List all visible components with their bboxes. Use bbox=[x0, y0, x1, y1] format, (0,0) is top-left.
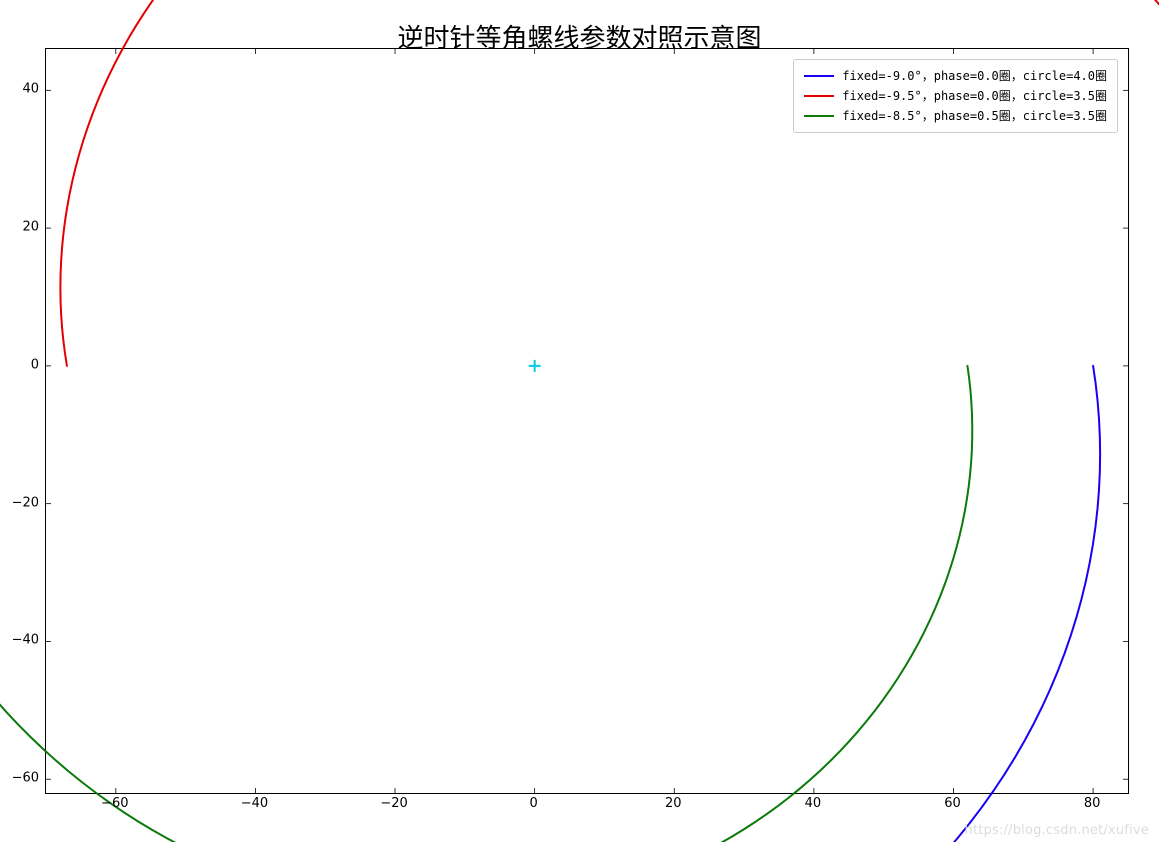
y-tick-label: −60 bbox=[12, 771, 39, 786]
y-tick-label: 0 bbox=[31, 357, 39, 372]
legend-swatch bbox=[804, 75, 834, 77]
x-tick-label: 60 bbox=[944, 796, 961, 811]
y-tick-label: 20 bbox=[22, 220, 39, 235]
legend-swatch bbox=[804, 115, 834, 117]
legend-label: fixed=-9.0°，phase=0.0圈，circle=4.0圈 bbox=[842, 66, 1107, 86]
legend-entry: fixed=-8.5°，phase=0.5圈，circle=3.5圈 bbox=[804, 106, 1107, 126]
legend-entry: fixed=-9.5°，phase=0.0圈，circle=3.5圈 bbox=[804, 86, 1107, 106]
x-tick-label: −20 bbox=[380, 796, 407, 811]
x-tick-label: 40 bbox=[805, 796, 822, 811]
axes: fixed=-9.0°，phase=0.0圈，circle=4.0圈 fixed… bbox=[45, 48, 1129, 794]
x-tick-label: −60 bbox=[101, 796, 128, 811]
y-tick-label: −20 bbox=[12, 495, 39, 510]
legend-entry: fixed=-9.0°，phase=0.0圈，circle=4.0圈 bbox=[804, 66, 1107, 86]
legend-swatch bbox=[804, 95, 834, 97]
figure: 逆时针等角螺线参数对照示意图 fixed=-9.0°，phase=0.0圈，ci… bbox=[0, 0, 1159, 842]
x-tick-label: 20 bbox=[665, 796, 682, 811]
legend-label: fixed=-9.5°，phase=0.0圈，circle=3.5圈 bbox=[842, 86, 1107, 106]
legend-label: fixed=-8.5°，phase=0.5圈，circle=3.5圈 bbox=[842, 106, 1107, 126]
x-tick-label: 80 bbox=[1084, 796, 1101, 811]
x-tick-label: −40 bbox=[241, 796, 268, 811]
plot-canvas bbox=[46, 49, 1128, 793]
watermark-text: https://blog.csdn.net/xufive bbox=[965, 823, 1149, 838]
y-tick-label: 40 bbox=[22, 82, 39, 97]
x-tick-label: 0 bbox=[530, 796, 538, 811]
y-tick-label: −40 bbox=[12, 633, 39, 648]
legend: fixed=-9.0°，phase=0.0圈，circle=4.0圈 fixed… bbox=[793, 59, 1118, 133]
